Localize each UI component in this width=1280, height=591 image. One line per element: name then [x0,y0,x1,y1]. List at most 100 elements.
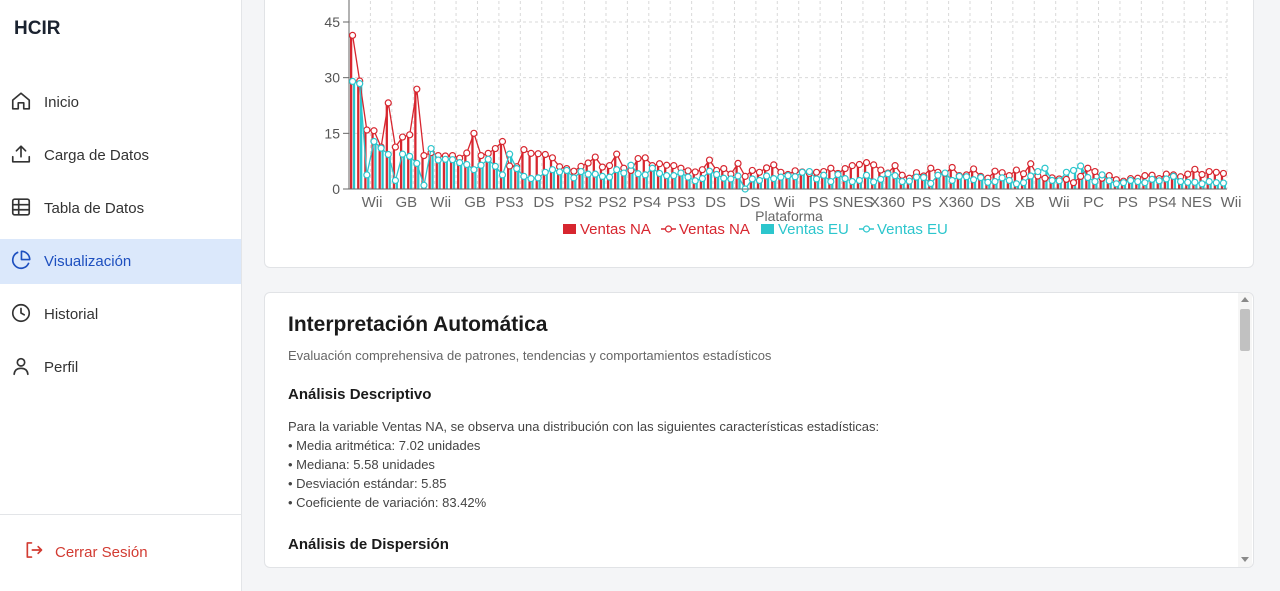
point-ventas-eu [948,176,956,185]
point-ventas-eu [456,159,464,167]
sidebar-item-visualizacion[interactable]: Visualización [0,239,241,284]
point-ventas-eu [577,167,585,176]
point-ventas-eu [641,171,649,179]
sidebar-item-historial[interactable]: Historial [0,292,241,337]
point-ventas-eu [1091,177,1099,186]
point-ventas-eu [1019,179,1028,187]
point-ventas-eu [1148,175,1156,183]
x-tick-label: GB [464,194,486,211]
logout-button[interactable]: Cerrar Sesión [24,540,148,564]
point-ventas-eu [705,167,714,175]
table-icon [10,196,44,222]
point-ventas-eu [648,164,656,172]
point-ventas-eu [391,176,399,185]
scroll-thumb[interactable] [1240,309,1250,351]
point-ventas-eu [463,160,471,169]
point-ventas-na [370,127,378,135]
point-ventas-eu [363,171,371,179]
bar-ventas-eu [409,156,413,189]
legend-swatch-bar [761,224,774,234]
point-ventas-eu [398,150,407,158]
point-ventas-na [470,129,478,137]
sidebar-item-inicio[interactable]: Inicio [0,80,241,125]
sidebar-item-carga-datos[interactable]: Carga de Datos [0,133,241,178]
x-tick-label: DS [705,194,726,211]
point-ventas-na [398,133,407,141]
legend-label: Ventas EU [877,221,948,238]
interpretation-subtitle: Evaluación comprehensiva de patrones, te… [288,348,772,363]
bar-ventas-na [856,164,860,189]
point-ventas-eu [406,152,414,160]
point-ventas-eu [1048,176,1056,185]
point-ventas-eu [1127,176,1135,185]
point-ventas-na [663,161,671,169]
point-ventas-eu [548,166,557,174]
point-ventas-na [527,149,535,157]
x-tick-label: Wii [1049,194,1070,211]
point-ventas-na [1212,168,1220,176]
point-ventas-na [670,162,678,170]
point-ventas-na [584,159,592,167]
point-ventas-na [506,162,514,170]
point-ventas-na [591,153,599,161]
point-ventas-eu [1177,177,1185,186]
home-icon [10,90,44,116]
x-tick-label: DS [980,194,1001,211]
point-ventas-na [641,154,649,162]
point-ventas-eu [784,172,792,180]
point-ventas-eu [1219,179,1228,187]
x-tick-label: PS2 [598,194,626,211]
point-ventas-eu [1069,166,1078,175]
point-ventas-eu [1134,177,1142,186]
point-ventas-na [1077,172,1085,180]
point-ventas-eu [441,155,449,163]
sidebar-item-tabla-datos[interactable]: Tabla de Datos [0,186,241,231]
point-ventas-na [770,161,778,169]
point-ventas-eu [755,176,764,185]
point-ventas-eu [884,170,892,178]
point-ventas-eu [877,175,885,183]
point-ventas-eu [870,178,878,186]
point-ventas-eu [1041,164,1049,172]
point-ventas-eu [691,177,699,185]
point-ventas-eu [1084,173,1092,182]
point-ventas-eu [891,172,899,180]
scroll-up-arrow[interactable] [1241,297,1249,302]
point-ventas-na [363,126,371,134]
stat-mean: • Media aritmética: 7.02 unidades [288,438,481,453]
point-ventas-na [969,165,978,173]
point-ventas-eu [377,144,385,152]
interpretation-scrollbar[interactable] [1238,293,1252,567]
point-ventas-eu [413,159,421,167]
bar-ventas-eu [352,81,356,189]
sidebar-item-label: Visualización [44,253,132,270]
x-tick-label: PS [1118,194,1138,211]
point-ventas-na [1084,164,1092,172]
point-ventas-eu [1191,178,1199,186]
point-ventas-eu [762,172,771,180]
point-ventas-eu [969,176,978,184]
x-tick-label: X360 [939,194,974,211]
bar-ventas-eu [445,159,448,189]
point-ventas-eu [677,169,685,177]
point-ventas-eu [613,166,621,174]
x-tick-label: PC [1083,194,1104,211]
x-tick-label: PS4 [1148,194,1176,211]
bar-ventas-na [478,155,481,189]
point-ventas-eu [670,172,678,180]
point-ventas-eu [1077,162,1085,170]
x-tick-label: GB [396,194,418,211]
x-tick-label: Wii [430,194,451,211]
scroll-down-arrow[interactable] [1241,557,1249,562]
point-ventas-eu [820,171,828,179]
point-ventas-na [634,154,642,163]
bar-ventas-eu [481,165,484,189]
point-ventas-eu [370,137,378,146]
point-ventas-na [463,149,471,157]
sidebar-item-perfil[interactable]: Perfil [0,345,241,390]
legend-label: Ventas NA [580,221,651,238]
point-ventas-eu [684,173,692,181]
point-ventas-eu [534,174,542,182]
upload-icon [10,143,44,169]
point-ventas-eu [1184,178,1192,186]
